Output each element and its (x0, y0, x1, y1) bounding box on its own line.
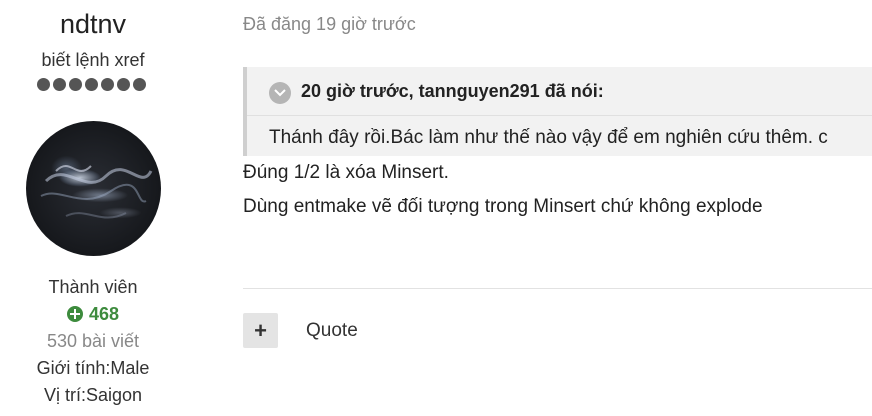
reputation-badge: 468 (0, 302, 186, 326)
author-location: Vị trí:Saigon (43, 385, 143, 405)
quote-attribution[interactable]: 20 giờ trước, tannguyen291 đã nói: (301, 81, 604, 102)
avatar-smoke-graphic (40, 165, 153, 219)
rank-dots (37, 78, 146, 91)
quote-text: Thánh đây rồi.Bác làm như thế nào vậy để… (269, 127, 828, 148)
quote-block: 20 giờ trước, tannguyen291 đã nói: Thánh… (243, 67, 872, 156)
plus-icon: + (254, 317, 267, 343)
quote-divider (247, 115, 872, 116)
quote-button[interactable]: Quote (306, 320, 358, 342)
rank-dot (37, 78, 50, 91)
quote-header: 20 giờ trước, tannguyen291 đã nói: (269, 80, 604, 104)
post-body-line: Đúng 1/2 là xóa Minsert. (243, 162, 449, 183)
post-body-line: Dùng entmake vẽ đối tượng trong Minsert … (243, 196, 763, 217)
author-post-count: 530 bài viết (46, 331, 140, 351)
rank-dot (69, 78, 82, 91)
rank-dot (117, 78, 130, 91)
author-username[interactable]: ndtnv (0, 6, 186, 42)
author-gender: Giới tính:Male (36, 358, 150, 378)
author-role: Thành viên (48, 277, 138, 297)
plus-one-button[interactable]: + (243, 313, 278, 348)
rank-dot (85, 78, 98, 91)
rank-dot (133, 78, 146, 91)
reputation-value: 468 (88, 304, 120, 324)
plus-circle-icon (66, 306, 83, 322)
rank-dot (101, 78, 114, 91)
author-user-title: biết lệnh xref (41, 50, 145, 70)
post-timestamp[interactable]: Đã đăng 19 giờ trước (243, 14, 416, 35)
post-footer-divider (243, 288, 872, 289)
chevron-down-icon[interactable] (269, 82, 291, 104)
avatar[interactable] (26, 121, 161, 256)
rank-dot (53, 78, 66, 91)
